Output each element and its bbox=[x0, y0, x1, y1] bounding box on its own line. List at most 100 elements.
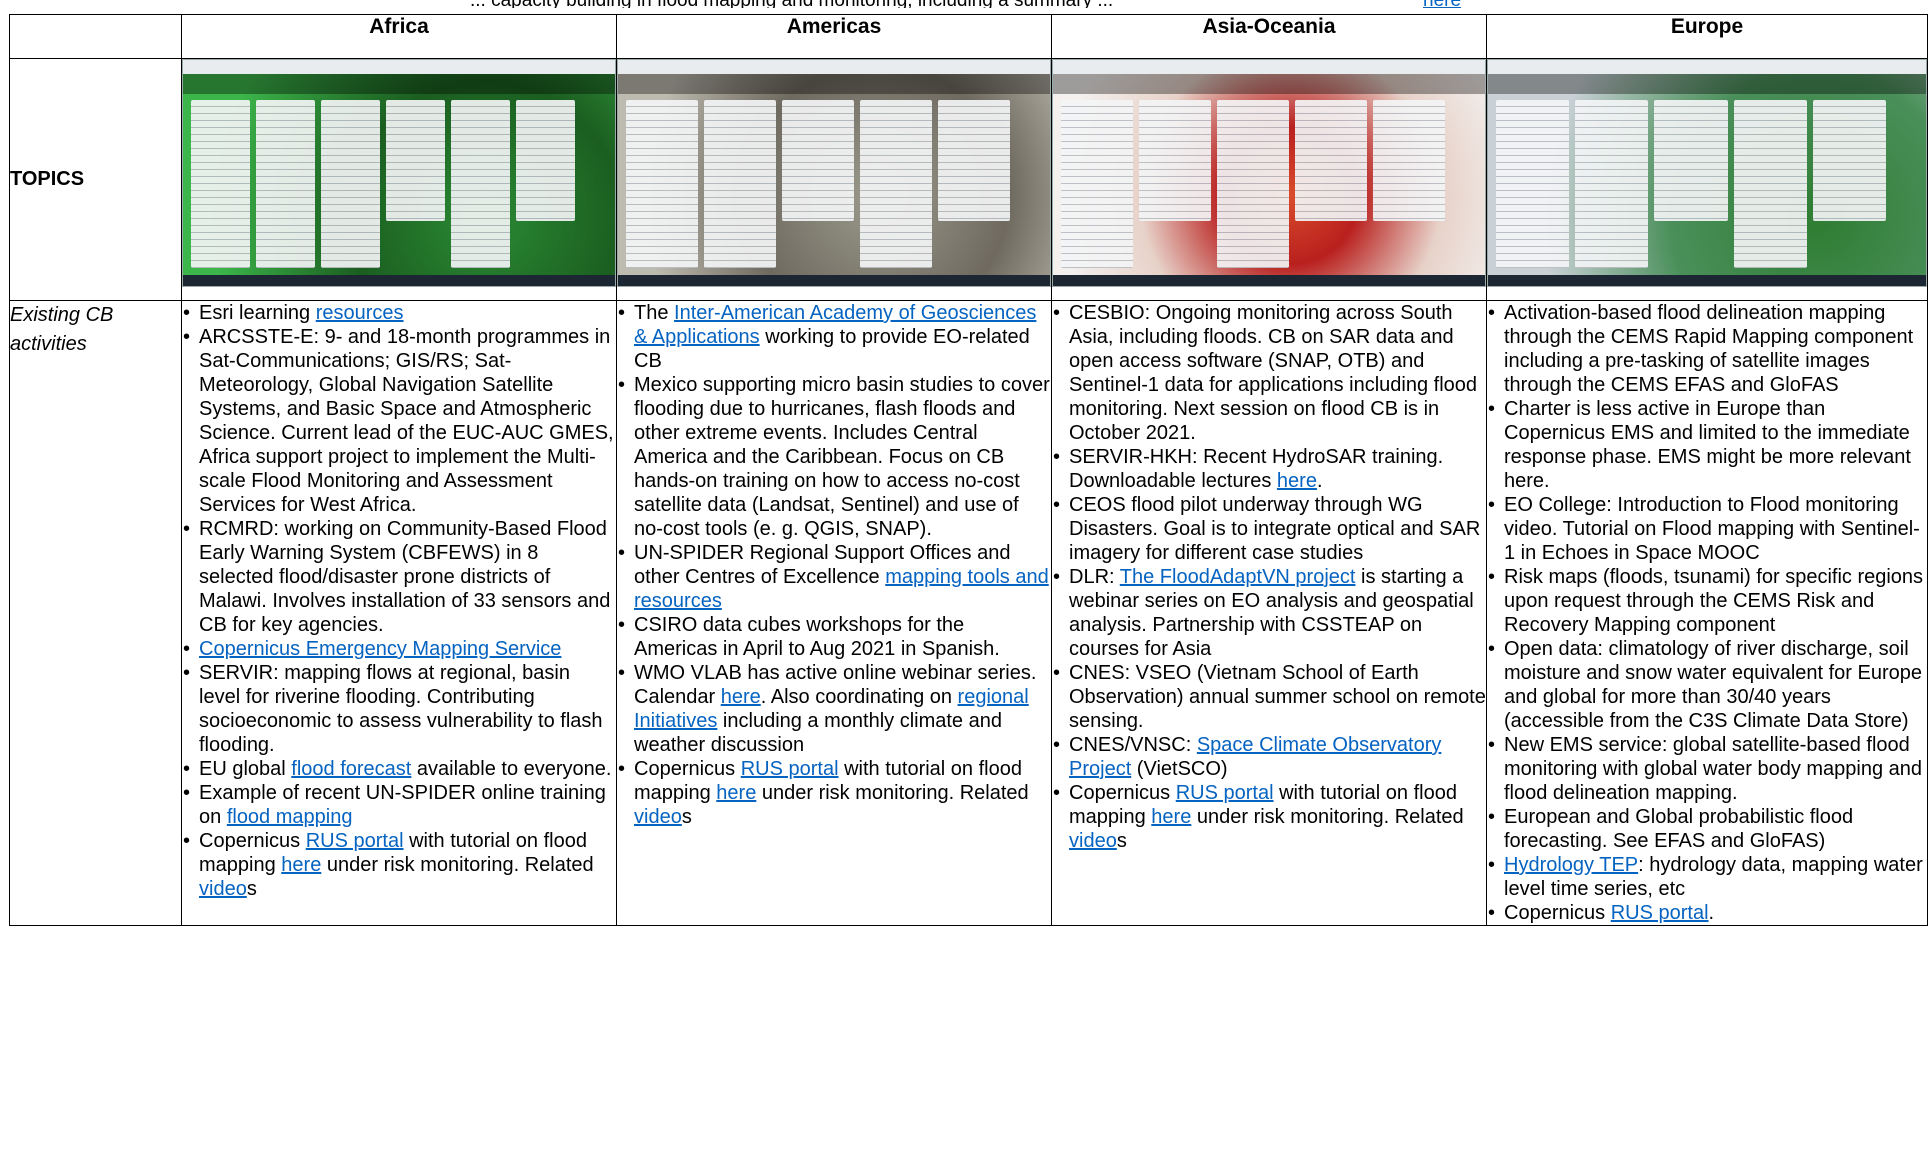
inline-link[interactable]: here bbox=[716, 782, 756, 804]
list-item-text: Risk maps (floods, tsunami) for specific… bbox=[1504, 566, 1924, 636]
inline-link[interactable]: video bbox=[634, 806, 682, 828]
header-line-link[interactable]: here bbox=[1423, 0, 1461, 8]
list-item-text: RCMRD: working on Community-Based Flood … bbox=[199, 518, 611, 636]
list-item: Copernicus RUS portal with tutorial on f… bbox=[1052, 781, 1486, 853]
list-item-text: Copernicus bbox=[634, 758, 741, 780]
inline-link[interactable]: here bbox=[1277, 470, 1317, 492]
list-item-text: Mexico supporting micro basin studies to… bbox=[634, 374, 1050, 540]
header-line-text: ... capacity building in flood mapping a… bbox=[470, 0, 1113, 8]
list-item-text: CNES: VSEO (Vietnam School of Earth Obse… bbox=[1069, 662, 1486, 732]
list-item-text: Copernicus bbox=[1069, 782, 1176, 804]
list-item-text: Esri learning bbox=[199, 302, 316, 324]
header-row: Africa Americas Asia-Oceania Europe bbox=[9, 14, 1928, 59]
list-item: Mexico supporting micro basin studies to… bbox=[617, 373, 1051, 541]
list-item: Open data: climatology of river discharg… bbox=[1487, 637, 1927, 733]
list-item: Copernicus Emergency Mapping Service bbox=[182, 637, 616, 661]
list-item: Copernicus RUS portal with tutorial on f… bbox=[182, 829, 616, 901]
inline-link[interactable]: video bbox=[1069, 830, 1117, 852]
existing-cb-row: Existing CB activities Esri learning res… bbox=[9, 300, 1928, 926]
header-line: ... capacity building in flood mapping a… bbox=[0, 0, 1931, 8]
list-item-text: DLR: bbox=[1069, 566, 1120, 588]
row-label-topics: TOPICS bbox=[9, 58, 182, 301]
list-item-text: . Also coordinating on bbox=[760, 686, 958, 708]
list-item: CNES/VNSC: Space Climate Observatory Pro… bbox=[1052, 733, 1486, 781]
inline-link[interactable]: RUS portal bbox=[306, 830, 404, 852]
content-cell-americas: The Inter-American Academy of Geoscience… bbox=[616, 300, 1052, 926]
cb-activities-table: Africa Americas Asia-Oceania Europe TOPI… bbox=[9, 14, 1928, 926]
inline-link[interactable]: RUS portal bbox=[1611, 902, 1709, 924]
inline-link[interactable]: RUS portal bbox=[741, 758, 839, 780]
topics-cell-asia-oceania bbox=[1051, 58, 1487, 301]
topics-cell-africa bbox=[181, 58, 617, 301]
content-cell-europe: Activation-based flood delineation mappi… bbox=[1486, 300, 1928, 926]
inline-link[interactable]: here bbox=[281, 854, 321, 876]
list-item-text: Charter is less active in Europe than Co… bbox=[1504, 398, 1911, 492]
topics-cell-americas bbox=[616, 58, 1052, 301]
topics-cell-europe bbox=[1486, 58, 1928, 301]
americas-activity-list: The Inter-American Academy of Geoscience… bbox=[617, 301, 1051, 829]
list-item-text: European and Global probabilistic flood … bbox=[1504, 806, 1854, 852]
inline-link[interactable]: here bbox=[721, 686, 761, 708]
list-item: CEOS flood pilot underway through WG Dis… bbox=[1052, 493, 1486, 565]
list-item: SERVIR: mapping flows at regional, basin… bbox=[182, 661, 616, 757]
list-item: Copernicus RUS portal with tutorial on f… bbox=[617, 757, 1051, 829]
list-item-text: Copernicus bbox=[1504, 902, 1611, 924]
topics-row: TOPICS bbox=[9, 58, 1928, 301]
africa-board-screenshot[interactable] bbox=[182, 59, 616, 287]
list-item: Esri learning resources bbox=[182, 301, 616, 325]
column-header-asia-oceania: Asia-Oceania bbox=[1051, 14, 1487, 59]
list-item-text: SERVIR: mapping flows at regional, basin… bbox=[199, 662, 603, 756]
content-cell-asia-oceania: CESBIO: Ongoing monitoring across South … bbox=[1051, 300, 1487, 926]
list-item-text: EO College: Introduction to Flood monito… bbox=[1504, 494, 1920, 564]
inline-link[interactable]: here bbox=[1151, 806, 1191, 828]
asia-board-screenshot[interactable] bbox=[1052, 59, 1486, 287]
inline-link[interactable]: The FloodAdaptVN project bbox=[1120, 566, 1356, 588]
list-item-text: s bbox=[681, 806, 692, 828]
list-item: UN-SPIDER Regional Support Offices and o… bbox=[617, 541, 1051, 613]
list-item: EO College: Introduction to Flood monito… bbox=[1487, 493, 1927, 565]
list-item: Example of recent UN-SPIDER online train… bbox=[182, 781, 616, 829]
inline-link[interactable]: flood mapping bbox=[227, 806, 353, 828]
list-item: CESBIO: Ongoing monitoring across South … bbox=[1052, 301, 1486, 445]
americas-board-screenshot[interactable] bbox=[617, 59, 1051, 287]
content-cell-africa: Esri learning resourcesARCSSTE-E: 9- and… bbox=[181, 300, 617, 926]
list-item: Activation-based flood delineation mappi… bbox=[1487, 301, 1927, 397]
list-item-text: ARCSSTE-E: 9- and 18-month programmes in… bbox=[199, 326, 614, 516]
europe-board-screenshot[interactable] bbox=[1487, 59, 1927, 287]
list-item-text: SERVIR-HKH: Recent HydroSAR training. Do… bbox=[1069, 446, 1444, 492]
inline-link[interactable]: Hydrology TEP bbox=[1504, 854, 1638, 876]
list-item-text: CESBIO: Ongoing monitoring across South … bbox=[1069, 302, 1478, 444]
inline-link[interactable]: video bbox=[199, 878, 247, 900]
list-item: Hydrology TEP: hydrology data, mapping w… bbox=[1487, 853, 1927, 901]
corner-cell bbox=[9, 14, 182, 59]
list-item-text: available to everyone. bbox=[411, 758, 612, 780]
column-header-europe: Europe bbox=[1486, 14, 1928, 59]
list-item-text: under risk monitoring. Related bbox=[321, 854, 594, 876]
africa-activity-list: Esri learning resourcesARCSSTE-E: 9- and… bbox=[182, 301, 616, 901]
list-item-text: Activation-based flood delineation mappi… bbox=[1504, 302, 1914, 396]
column-header-africa: Africa bbox=[181, 14, 617, 59]
inline-link[interactable]: resources bbox=[316, 302, 404, 324]
column-header-americas: Americas bbox=[616, 14, 1052, 59]
list-item: ARCSSTE-E: 9- and 18-month programmes in… bbox=[182, 325, 616, 517]
list-item-text: CSIRO data cubes workshops for the Ameri… bbox=[634, 614, 1000, 660]
asia-activity-list: CESBIO: Ongoing monitoring across South … bbox=[1052, 301, 1486, 853]
list-item: CNES: VSEO (Vietnam School of Earth Obse… bbox=[1052, 661, 1486, 733]
inline-link[interactable]: Copernicus Emergency Mapping Service bbox=[199, 638, 561, 660]
list-item: SERVIR-HKH: Recent HydroSAR training. Do… bbox=[1052, 445, 1486, 493]
list-item-text: (VietSCO) bbox=[1131, 758, 1228, 780]
list-item: RCMRD: working on Community-Based Flood … bbox=[182, 517, 616, 637]
list-item-text: New EMS service: global satellite-based … bbox=[1504, 734, 1923, 804]
list-item: EU global flood forecast available to ev… bbox=[182, 757, 616, 781]
list-item: The Inter-American Academy of Geoscience… bbox=[617, 301, 1051, 373]
list-item: European and Global probabilistic flood … bbox=[1487, 805, 1927, 853]
inline-link[interactable]: flood forecast bbox=[291, 758, 411, 780]
list-item-text: EU global bbox=[199, 758, 292, 780]
list-item-text: s bbox=[246, 878, 257, 900]
list-item-text: s bbox=[1116, 830, 1127, 852]
list-item-text: CEOS flood pilot underway through WG Dis… bbox=[1069, 494, 1481, 564]
list-item-text: . bbox=[1708, 902, 1715, 924]
list-item-text: under risk monitoring. Related bbox=[1191, 806, 1464, 828]
inline-link[interactable]: RUS portal bbox=[1176, 782, 1274, 804]
list-item: CSIRO data cubes workshops for the Ameri… bbox=[617, 613, 1051, 661]
